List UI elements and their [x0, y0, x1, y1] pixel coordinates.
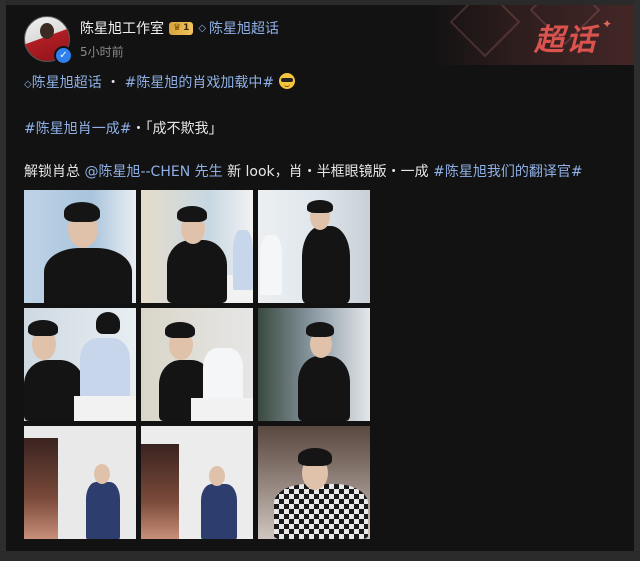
diamond-icon: ◇ [24, 79, 32, 90]
person-figure [96, 312, 120, 334]
poster-shape [24, 438, 58, 539]
content-text: 解锁肖总 [24, 164, 85, 180]
content-text: 新 look，肖・半框眼镜版・一成 [222, 164, 434, 180]
person-figure [209, 466, 225, 486]
photo-1[interactable] [24, 190, 136, 303]
person-figure [306, 322, 334, 337]
right-frame [634, 0, 640, 561]
person-figure [201, 484, 237, 539]
sparkle-icon: ✦ [601, 17, 612, 31]
cool-sunglasses-emoji-icon [278, 73, 295, 89]
banner-diamond-decoration [449, 5, 521, 58]
person-figure [64, 202, 100, 222]
photo-3[interactable] [258, 190, 370, 303]
person-figure [167, 240, 227, 303]
poster-shape [141, 444, 179, 539]
table-shape [74, 396, 136, 421]
author-row: 陈星旭工作室 ♛ 1 ◇ 陈星旭超话 [80, 19, 279, 37]
photo-5[interactable] [141, 308, 253, 421]
person-figure [94, 464, 110, 484]
verified-check-icon: ✓ [54, 46, 73, 65]
hashtag-link[interactable]: #陈星旭我们的翻译官# [433, 164, 582, 180]
photo-9[interactable] [258, 426, 370, 539]
left-frame [0, 0, 6, 561]
level-number: 1 [183, 23, 190, 33]
post-time: 5小时前 [80, 45, 124, 59]
crown-level-icon: ♛ [173, 23, 182, 33]
person-figure [80, 338, 130, 398]
topic-link[interactable]: ◇陈星旭超话 [24, 75, 102, 91]
hashtag-link[interactable]: #陈星旭的肖戏加载中# [125, 75, 274, 91]
photo-8[interactable] [141, 426, 253, 539]
photo-6[interactable] [258, 308, 370, 421]
photo-7[interactable] [24, 426, 136, 539]
content-line-2: #陈星旭肖一成#・「成不欺我」 [24, 118, 222, 138]
author-topic-label: 陈星旭超话 [209, 21, 280, 37]
person-figure [307, 200, 333, 213]
level-badge: ♛ 1 [169, 21, 194, 35]
content-text: ・「成不欺我」 [131, 121, 223, 137]
photo-4[interactable] [24, 308, 136, 421]
person-figure [44, 248, 132, 303]
person-figure [28, 320, 58, 336]
author-name[interactable]: 陈星旭工作室 [80, 18, 164, 38]
content-line-3: 解锁肖总 @陈星旭--CHEN 先生 新 look，肖・半框眼镜版・一成 #陈星… [24, 161, 583, 181]
person-figure [86, 482, 120, 539]
person-figure [260, 235, 282, 295]
person-figure [274, 484, 368, 539]
photo-grid [24, 190, 372, 540]
person-figure [177, 206, 207, 222]
person-figure [298, 356, 350, 421]
person-figure [298, 448, 332, 466]
avatar-figure [40, 23, 54, 39]
topic-label: 陈星旭超话 [31, 75, 102, 91]
person-figure [203, 348, 243, 403]
photo-2[interactable] [141, 190, 253, 303]
supertopic-banner[interactable]: 超话 ✦ [430, 5, 634, 65]
separator: ・ [101, 75, 125, 91]
content-line-1: ◇陈星旭超话 ・ #陈星旭的肖戏加载中# [24, 72, 295, 92]
diamond-icon: ◇ [198, 22, 207, 34]
person-figure [233, 230, 253, 290]
person-figure [165, 322, 195, 338]
author-topic-link[interactable]: ◇ 陈星旭超话 [198, 18, 279, 38]
banner-label: 超话 [534, 23, 598, 58]
hashtag-link[interactable]: #陈星旭肖一成# [24, 121, 131, 137]
mention-link[interactable]: @陈星旭--CHEN 先生 [84, 164, 222, 180]
person-figure [302, 226, 350, 303]
bottom-frame [0, 551, 640, 561]
table-shape [191, 398, 253, 421]
